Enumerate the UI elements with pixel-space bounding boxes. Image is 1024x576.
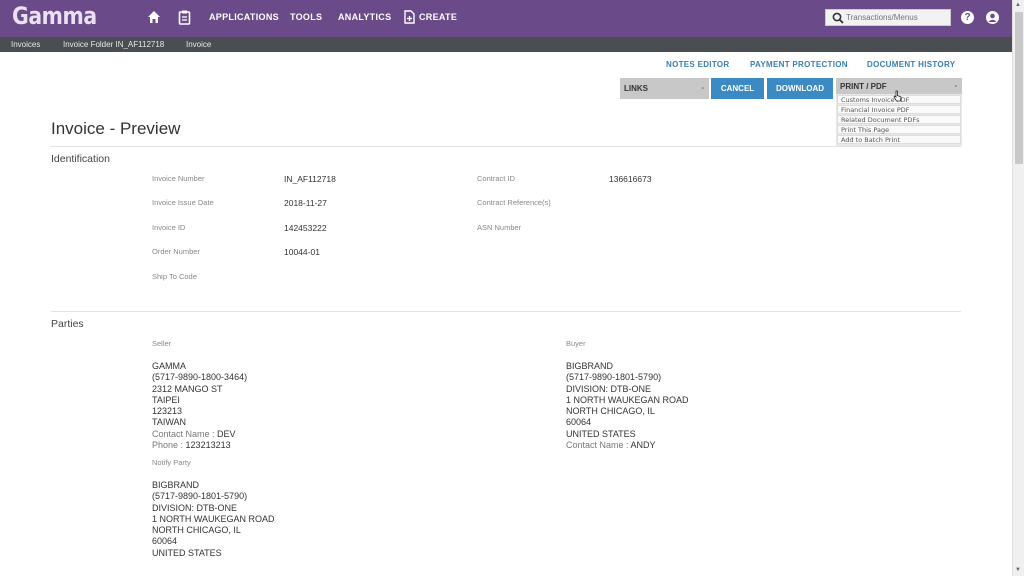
payment-protection-link[interactable]: PAYMENT PROTECTION — [750, 60, 848, 69]
nav-tools[interactable]: TOOLS — [290, 12, 322, 22]
buyer-city: NORTH CHICAGO, IL — [566, 406, 655, 417]
page-title: Invoice - Preview — [51, 119, 181, 138]
top-nav-bar: Gamma APPLICATIONS TOOLS ANALYTICS CREAT… — [0, 0, 1012, 37]
buyer-contact-label: Contact Name : — [566, 440, 629, 451]
invoice-number-label: Invoice Number — [152, 174, 205, 183]
menu-item-print-this-page[interactable]: Print This Page — [837, 125, 961, 134]
scroll-up-arrow-icon[interactable]: ▲ — [1015, 2, 1021, 8]
divider — [51, 146, 961, 147]
seller-name: GAMMA — [152, 361, 187, 371]
nav-applications[interactable]: APPLICATIONS — [209, 12, 279, 22]
invoice-number-value: IN_AF112718 — [284, 174, 336, 184]
notify-country: UNITED STATES — [152, 547, 222, 558]
seller-postal-code: 123213 — [152, 406, 183, 417]
breadcrumb-invoices[interactable]: Invoices — [11, 40, 40, 49]
scroll-down-arrow-icon[interactable]: ▼ — [1015, 567, 1021, 573]
divider — [51, 311, 961, 312]
seller-contact-value: DEV — [217, 428, 236, 439]
search-icon — [832, 12, 844, 24]
parties-heading: Parties — [51, 318, 84, 330]
buyer-postal-code: 60064 — [566, 417, 592, 428]
order-number-value: 10044-01 — [284, 247, 320, 257]
seller-contact-label: Contact Name : — [152, 428, 215, 439]
notify-postal-code: 60064 — [152, 536, 178, 547]
cancel-button[interactable]: CANCEL — [711, 78, 764, 99]
buyer-contact: Contact Name : ANDY — [566, 440, 689, 451]
buyer-contact-value: ANDY — [630, 440, 656, 451]
notify-street: 1 NORTH WAUKEGAN ROAD — [152, 513, 275, 524]
home-icon[interactable] — [147, 10, 163, 26]
clipboard-icon[interactable] — [178, 10, 194, 26]
seller-id: (5717-9890-1800-3464) — [152, 372, 248, 383]
buyer-name: BIGBRAND — [566, 361, 614, 371]
notify-name: BIGBRAND — [152, 480, 200, 490]
invoice-id-value: 142453222 — [284, 223, 327, 233]
contract-id-value: 136616673 — [609, 174, 652, 184]
search-box[interactable] — [825, 9, 951, 26]
mouse-pointer-icon — [893, 90, 902, 105]
nav-analytics[interactable]: ANALYTICS — [338, 12, 391, 22]
notes-editor-link[interactable]: NOTES EDITOR — [666, 60, 729, 69]
notify-party-label: Notify Party — [152, 458, 191, 467]
user-profile-icon[interactable] — [986, 11, 999, 24]
nav-create[interactable]: CREATE — [419, 12, 457, 22]
menu-item-financial-invoice-pdf[interactable]: Financial Invoice PDF — [837, 105, 961, 114]
scrollbar-thumb[interactable] — [1015, 12, 1023, 164]
seller-city: TAIPEI — [152, 394, 180, 405]
seller-address: GAMMA (5717-9890-1800-3464) 2312 MANGO S… — [152, 361, 247, 451]
seller-street: 2312 MANGO ST — [152, 383, 223, 394]
contract-references-label: Contract Reference(s) — [477, 198, 551, 207]
seller-label: Seller — [152, 339, 172, 348]
breadcrumb-invoice-folder[interactable]: Invoice Folder IN_AF112718 — [63, 40, 164, 49]
seller-phone-value: 123213213 — [185, 440, 231, 451]
document-history-link[interactable]: DOCUMENT HISTORY — [867, 60, 955, 69]
buyer-street: 1 NORTH WAUKEGAN ROAD — [566, 394, 689, 405]
ship-to-code-label: Ship To Code — [152, 272, 197, 281]
notify-division: DIVISION: DTB-ONE — [152, 502, 238, 513]
identification-heading: Identification — [51, 153, 110, 165]
seller-contact: Contact Name : DEV — [152, 429, 247, 440]
breadcrumb: Invoices Invoice Folder IN_AF112718 Invo… — [0, 37, 1012, 52]
asn-number-label: ASN Number — [477, 223, 522, 232]
order-number-label: Order Number — [152, 247, 200, 256]
menu-item-add-to-batch-print[interactable]: Add to Batch Print — [837, 135, 961, 144]
gamma-logo[interactable]: Gamma — [12, 2, 97, 30]
print-pdf-label: PRINT / PDF — [840, 82, 887, 91]
invoice-issue-date-label: Invoice Issue Date — [152, 198, 214, 207]
download-button[interactable]: DOWNLOAD — [767, 78, 833, 99]
notify-city: NORTH CHICAGO, IL — [152, 525, 241, 536]
buyer-id: (5717-9890-1801-5790) — [566, 372, 662, 383]
vertical-scrollbar[interactable]: ▲ ▼ — [1012, 0, 1024, 576]
notify-party-address: BIGBRAND (5717-9890-1801-5790) DIVISION:… — [152, 480, 275, 559]
buyer-address: BIGBRAND (5717-9890-1801-5790) DIVISION:… — [566, 361, 689, 451]
create-document-icon[interactable] — [404, 10, 420, 26]
contract-id-label: Contract ID — [477, 174, 515, 183]
links-dropdown-label: LINKS — [624, 84, 648, 93]
links-dropdown[interactable]: LINKS - — [620, 78, 709, 99]
seller-country: TAIWAN — [152, 417, 186, 428]
notify-id: (5717-9890-1801-5790) — [152, 491, 248, 502]
search-input[interactable] — [846, 11, 946, 24]
buyer-label: Buyer — [566, 339, 586, 348]
buyer-country: UNITED STATES — [566, 428, 636, 439]
buyer-division: DIVISION: DTB-ONE — [566, 383, 652, 394]
invoice-id-label: Invoice ID — [152, 223, 186, 232]
help-icon[interactable]: ? — [961, 11, 974, 24]
menu-item-related-document-pdfs[interactable]: Related Document PDFs — [837, 115, 961, 124]
seller-phone-label: Phone : — [152, 440, 184, 451]
seller-phone: Phone : 123213213 — [152, 440, 247, 451]
breadcrumb-invoice[interactable]: Invoice — [186, 40, 211, 49]
invoice-issue-date-value: 2018-11-27 — [284, 198, 327, 208]
links-caret-icon: - — [701, 85, 704, 92]
